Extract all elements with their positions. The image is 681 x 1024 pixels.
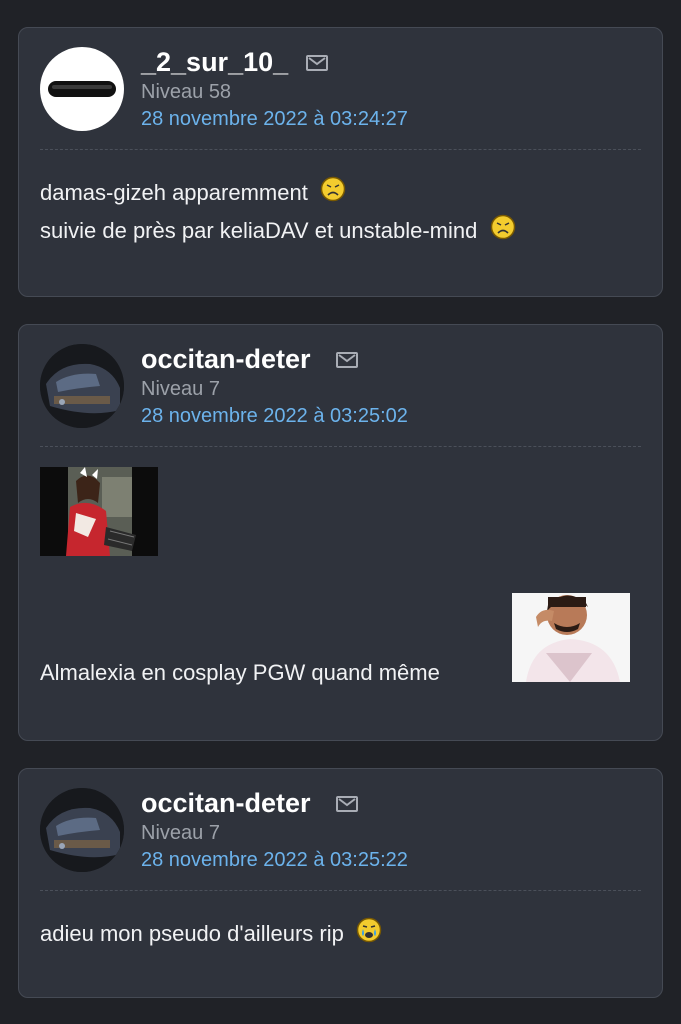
user-level: Niveau 58 <box>141 81 232 103</box>
post-date-link[interactable]: 28 novembre 2022 à 03:25:02 <box>141 405 408 428</box>
forum-post: occitan-deter Niveau 7 28 novembre 2022 … <box>18 768 663 998</box>
message-text: Almalexia en cosplay PGW quand même <box>40 660 440 685</box>
author-name[interactable]: _2_sur_10_ <box>141 47 288 78</box>
message-line: suivie de près par keliaDAV et unstable-… <box>40 214 516 244</box>
user-level: Niveau 7 <box>141 378 220 400</box>
cosplay-image[interactable] <box>40 467 158 556</box>
message-text: adieu mon pseudo d'ailleurs rip <box>40 921 344 946</box>
message-line: adieu mon pseudo d'ailleurs rip <box>40 917 382 947</box>
divider <box>40 890 641 891</box>
divider <box>40 149 641 150</box>
divider <box>40 446 641 447</box>
avatar[interactable] <box>40 47 124 131</box>
mail-icon[interactable] <box>336 796 358 812</box>
avatar-image <box>40 788 124 872</box>
mail-icon[interactable] <box>336 352 358 368</box>
avatar-image <box>40 344 124 428</box>
post-date-link[interactable]: 28 novembre 2022 à 03:25:22 <box>141 849 408 872</box>
post-date-link[interactable]: 28 novembre 2022 à 03:24:27 <box>141 108 408 131</box>
avatar[interactable] <box>40 344 124 428</box>
forum-post: occitan-deter Niveau 7 28 novembre 2022 … <box>18 324 663 741</box>
crying-smiley-icon <box>356 917 382 943</box>
forum-post: _2_sur_10_ Niveau 58 28 novembre 2022 à … <box>18 27 663 297</box>
avatar-image <box>48 81 116 97</box>
user-level: Niveau 7 <box>141 822 220 844</box>
sad-smiley-icon <box>490 214 515 240</box>
message-text: suivie de près par keliaDAV et unstable-… <box>40 218 478 243</box>
message-line: damas-gizeh apparemment <box>40 176 346 206</box>
mail-icon[interactable] <box>306 55 328 71</box>
crying-laughing-man-image[interactable] <box>512 593 630 682</box>
author-name[interactable]: occitan-deter <box>141 788 311 819</box>
avatar[interactable] <box>40 788 124 872</box>
author-name[interactable]: occitan-deter <box>141 344 311 375</box>
sad-smiley-icon <box>320 176 346 202</box>
message-text: damas-gizeh apparemment <box>40 180 308 205</box>
